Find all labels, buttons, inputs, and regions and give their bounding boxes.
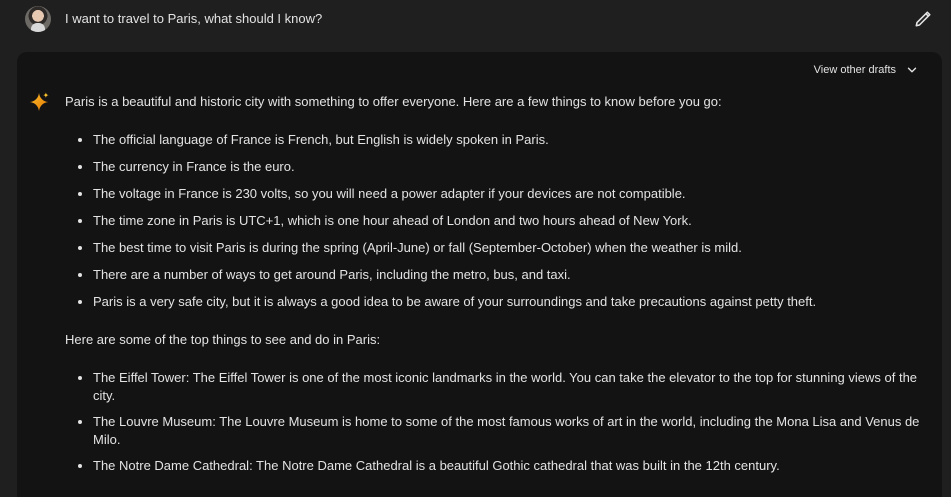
list-item: The best time to visit Paris is during t… (93, 239, 927, 257)
facts-list: The official language of France is Frenc… (65, 131, 927, 311)
list-item: There are a number of ways to get around… (93, 266, 927, 284)
things-heading: Here are some of the top things to see a… (65, 332, 381, 347)
list-item: The Louvre Museum: The Louvre Museum is … (93, 413, 927, 449)
list-item: Paris is a very safe city, but it is alw… (93, 293, 927, 311)
response-card: View other drafts Paris is a beautiful a… (17, 52, 942, 497)
list-item: The time zone in Paris is UTC+1, which i… (93, 212, 927, 230)
response-content: Paris is a beautiful and historic city w… (65, 93, 927, 483)
response-intro: Paris is a beautiful and historic city w… (65, 94, 722, 109)
chevron-down-icon (907, 67, 917, 73)
list-item: The currency in France is the euro. (93, 158, 927, 176)
pencil-icon[interactable] (913, 9, 933, 29)
user-prompt-row: I want to travel to Paris, what should I… (0, 0, 951, 48)
sparkle-icon (29, 92, 49, 112)
user-avatar (25, 6, 51, 32)
list-item: The Notre Dame Cathedral: The Notre Dame… (93, 457, 927, 475)
view-other-drafts-label: View other drafts (813, 64, 896, 76)
view-other-drafts-button[interactable]: View other drafts (814, 62, 918, 78)
list-item: The official language of France is Frenc… (93, 131, 927, 149)
chat-page: I want to travel to Paris, what should I… (0, 0, 951, 497)
user-prompt-text: I want to travel to Paris, what should I… (65, 11, 323, 26)
things-list: The Eiffel Tower: The Eiffel Tower is on… (65, 369, 927, 475)
list-item: The voltage in France is 230 volts, so y… (93, 185, 927, 203)
list-item: The Eiffel Tower: The Eiffel Tower is on… (93, 369, 927, 405)
